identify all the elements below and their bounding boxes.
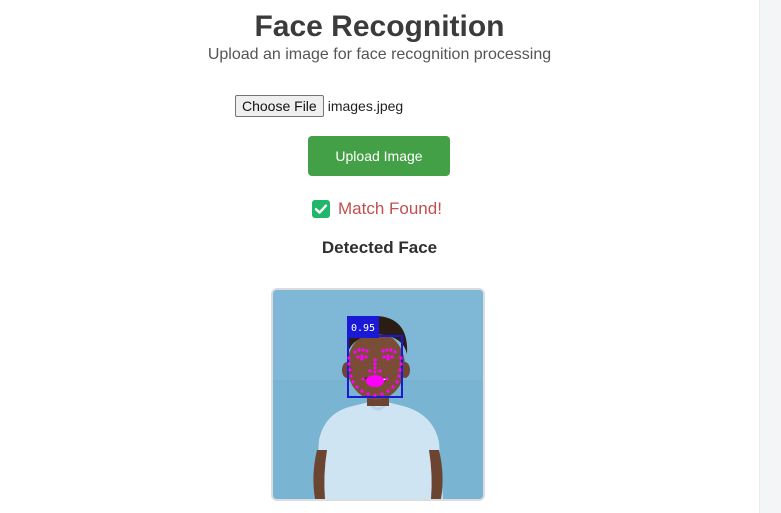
detected-face-heading: Detected Face xyxy=(321,238,438,257)
choose-file-button[interactable]: Choose File xyxy=(235,95,324,117)
match-status: Match Found! xyxy=(312,199,442,219)
page-subtitle: Upload an image for face recognition pro… xyxy=(207,46,552,63)
page: Face Recognition Upload an image for fac… xyxy=(0,0,781,513)
main-content: Face Recognition Upload an image for fac… xyxy=(0,0,759,513)
detected-face-image: 0.95 xyxy=(271,288,485,501)
scrollbar-track[interactable] xyxy=(759,0,781,513)
page-title: Face Recognition xyxy=(254,10,505,43)
detected-face-illustration: 0.95 xyxy=(273,290,483,499)
match-status-text: Match Found! xyxy=(338,199,442,218)
check-square-icon xyxy=(312,200,330,218)
upload-image-button[interactable]: Upload Image xyxy=(308,136,450,176)
confidence-label: 0.95 xyxy=(351,323,375,334)
file-input-row: Choose File images.jpeg xyxy=(235,94,403,118)
selected-file-name: images.jpeg xyxy=(327,98,404,114)
